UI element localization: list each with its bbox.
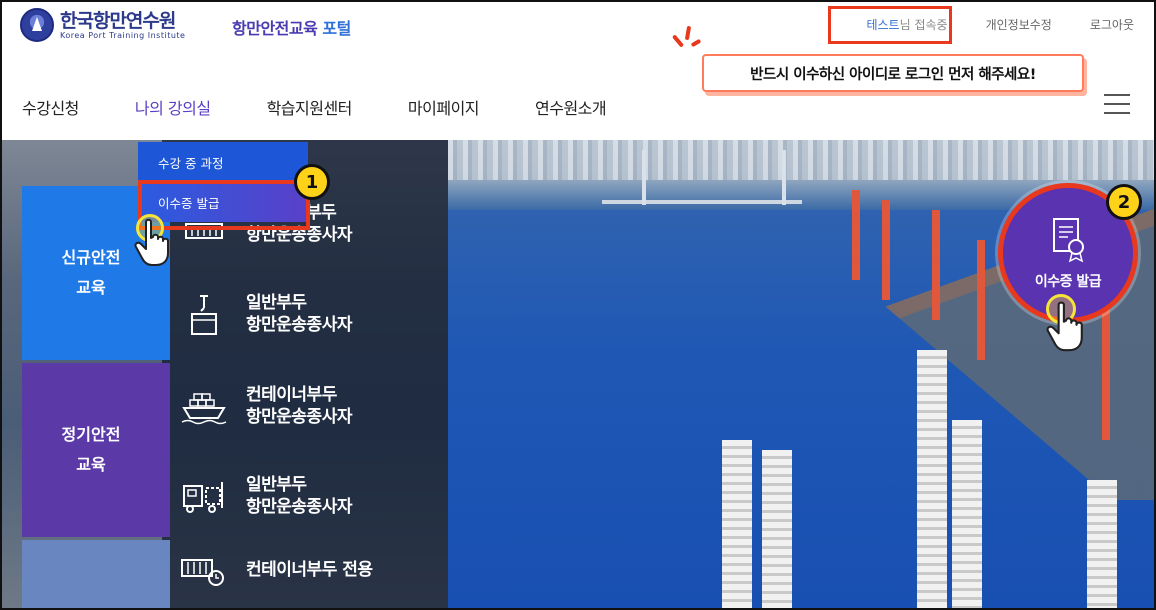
crane [917,350,947,608]
certificate-icon [1053,218,1084,263]
course-3-line2: 항만운송종사자 [246,407,352,427]
user-status-highlight [828,6,952,44]
crane [722,440,752,608]
category-regular-safety[interactable]: 정기안전교육 [22,363,160,537]
logout-link[interactable]: 로그아웃 [1090,16,1134,33]
category-regular-line2: 교육 [76,455,106,474]
logo-name-en: Korea Port Training Institute [60,30,186,40]
course-item-4[interactable]: 일반부두 항만운송종사자 [180,474,352,518]
certificate-issue-label: 이수증 발급 [1034,274,1102,290]
step-badge-1: 1 [294,164,330,200]
emblem-icon [20,8,54,42]
pointer-hand-icon [1046,301,1083,352]
nav-item-my-page[interactable]: 마이페이지 [408,95,480,119]
hero-banner: 신규안전교육 정기안전교육 부두항만운송종사자 일반부두항만운송종사자 [2,140,1154,608]
category-new-line2: 교육 [76,278,106,297]
course-2-line1: 일반부두 [246,293,307,313]
course-item-5[interactable]: 컨테이너부두 전용 [180,550,373,590]
course-4-line2: 항만운송종사자 [246,497,352,517]
category-regular-line1: 정기안전 [61,425,121,444]
course-4-line1: 일반부두 [246,475,307,495]
category-new-line1: 신규안전 [61,248,121,267]
course-3-line1: 컨테이너부두 [246,385,337,405]
menu-hamburger-icon[interactable] [1104,92,1130,116]
submenu-in-progress-courses[interactable]: 수강 중 과정 [138,142,308,182]
nav-item-my-classroom[interactable]: 나의 강의실 [135,95,211,119]
login-notice-text: 반드시 이수하신 아이디로 로그인 먼저 해주세요! [750,66,1036,83]
portal-title-suffix: 포털 [322,19,351,38]
nav-item-about[interactable]: 연수원소개 [535,95,607,119]
course-item-2[interactable]: 일반부두 항만운송종사자 [180,292,352,336]
forklift-truck-icon [180,476,228,516]
edit-profile-link[interactable]: 개인정보수정 [986,16,1052,33]
course-2-line2: 항만운송종사자 [246,315,352,335]
step-badge-2: 2 [1106,184,1142,220]
screen-frame: 한국항만연수원 Korea Port Training Institute 항만… [0,0,1156,610]
crane-box-icon [180,294,228,335]
container-gear-icon [180,550,228,590]
login-notice-callout: 반드시 이수하신 아이디로 로그인 먼저 해주세요! [702,54,1084,92]
nav-item-learning-support[interactable]: 학습지원센터 [267,95,353,119]
cargo-ship-icon [180,386,228,426]
portal-title-prefix: 항만안전교육 [232,19,318,38]
course-5-line1: 컨테이너부두 전용 [246,560,373,580]
site-logo[interactable]: 한국항만연수원 Korea Port Training Institute [20,8,185,42]
pointer-hand-icon [134,218,169,266]
portal-title[interactable]: 항만안전교육 포털 [232,15,351,39]
nav-item-course-registration[interactable]: 수강신청 [22,95,79,119]
attention-spark-icon [671,25,702,56]
category-advanced-safety[interactable] [22,540,160,608]
main-nav: 수강신청 나의 강의실 학습지원센터 마이페이지 연수원소개 [22,95,662,119]
course-item-3[interactable]: 컨테이너부두 항만운송종사자 [180,384,352,428]
site-header: 한국항만연수원 Korea Port Training Institute 항만… [2,2,1154,140]
logo-name-ko: 한국항만연수원 [60,9,176,32]
bridge [602,200,802,204]
